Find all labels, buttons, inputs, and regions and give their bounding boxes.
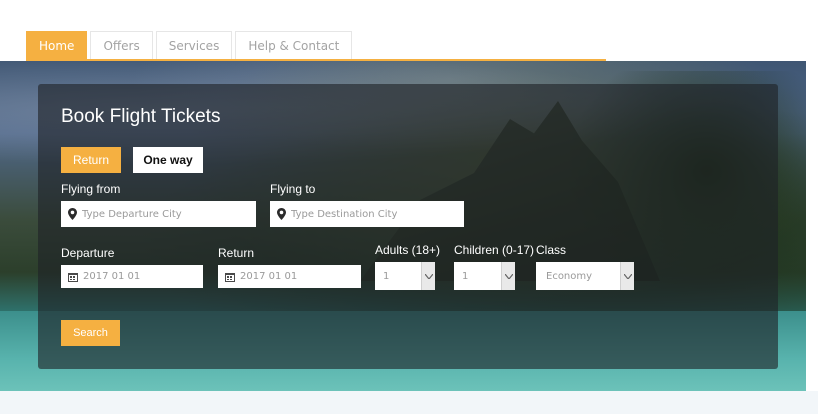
departure-date-value: 2017 01 01 bbox=[83, 271, 141, 282]
chevron-down-icon bbox=[421, 262, 435, 290]
search-button[interactable]: Search bbox=[61, 320, 120, 346]
children-select[interactable]: 1 bbox=[454, 262, 515, 290]
calendar-icon bbox=[224, 272, 236, 282]
adults-select[interactable]: 1 bbox=[375, 262, 435, 290]
class-select[interactable]: Economy bbox=[536, 262, 634, 290]
adults-value: 1 bbox=[383, 270, 390, 282]
adults-label: Adults (18+) bbox=[375, 243, 441, 257]
return-date-value: 2017 01 01 bbox=[240, 271, 298, 282]
flying-to-label: Flying to bbox=[270, 182, 316, 196]
class-value: Economy bbox=[546, 270, 593, 282]
departure-date-field[interactable]: 2017 01 01 bbox=[61, 265, 203, 288]
main-nav: Home Offers Services Help & Contact bbox=[26, 31, 353, 60]
booking-panel: Book Flight Tickets Return One way Flyin… bbox=[38, 84, 778, 369]
class-label: Class bbox=[536, 243, 567, 257]
destination-city-input[interactable] bbox=[291, 208, 464, 220]
children-value: 1 bbox=[462, 270, 469, 282]
map-pin-icon bbox=[67, 208, 78, 220]
page-bottom-strip bbox=[0, 391, 818, 414]
chevron-down-icon bbox=[620, 262, 634, 290]
tab-services[interactable]: Services bbox=[155, 31, 233, 60]
return-date-label: Return bbox=[218, 246, 255, 260]
page-gutter bbox=[806, 0, 818, 391]
booking-title: Book Flight Tickets bbox=[61, 106, 221, 127]
flying-to-field[interactable] bbox=[270, 201, 464, 227]
calendar-icon bbox=[67, 272, 79, 282]
return-trip-button[interactable]: Return bbox=[61, 147, 121, 173]
map-pin-icon bbox=[276, 208, 287, 220]
tab-help-contact[interactable]: Help & Contact bbox=[235, 31, 353, 60]
tab-offers[interactable]: Offers bbox=[90, 31, 153, 60]
departure-label: Departure bbox=[61, 246, 115, 260]
flying-from-field[interactable] bbox=[61, 201, 256, 227]
departure-city-input[interactable] bbox=[82, 208, 256, 220]
children-label: Children (0-17) bbox=[454, 243, 535, 257]
chevron-down-icon bbox=[501, 262, 515, 290]
oneway-trip-button[interactable]: One way bbox=[133, 147, 203, 173]
tab-home[interactable]: Home bbox=[26, 31, 88, 60]
flying-from-label: Flying from bbox=[61, 182, 121, 196]
return-date-field[interactable]: 2017 01 01 bbox=[218, 265, 361, 288]
